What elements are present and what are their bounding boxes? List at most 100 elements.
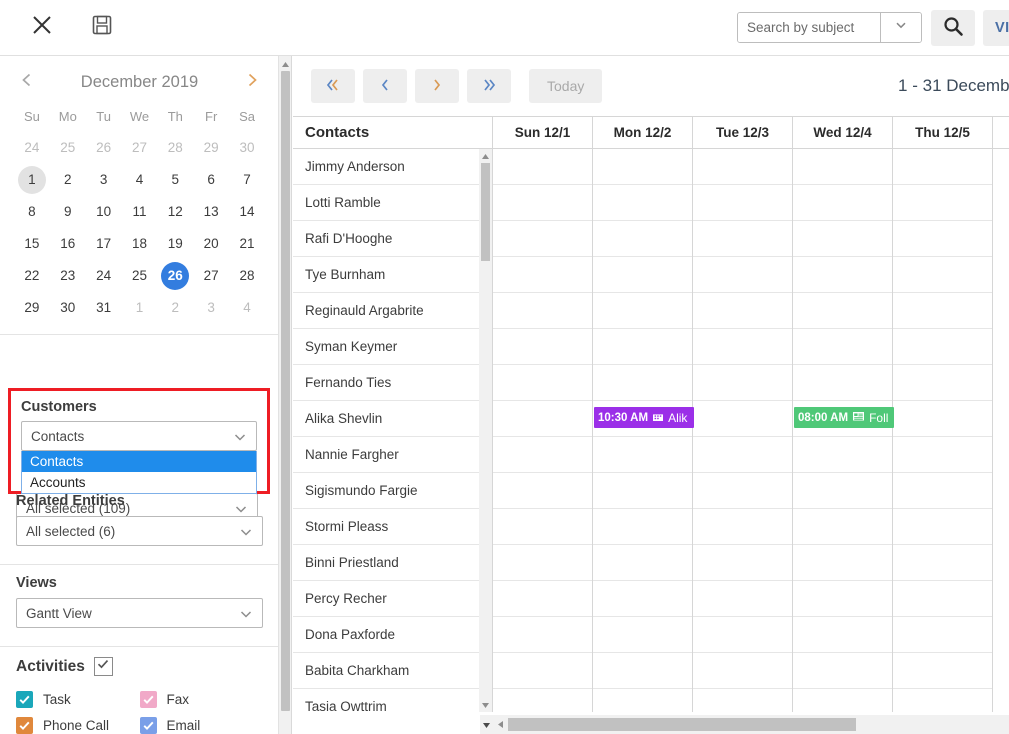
date-cell[interactable]: 28 bbox=[233, 262, 261, 290]
related-entities-select[interactable]: All selected (6) bbox=[16, 516, 263, 546]
date-picker-next-month[interactable] bbox=[239, 69, 265, 95]
grid-cell[interactable] bbox=[593, 221, 692, 257]
date-cell[interactable]: 28 bbox=[161, 134, 189, 162]
grid-cell[interactable] bbox=[493, 149, 592, 185]
grid-cell[interactable] bbox=[693, 185, 792, 221]
grid-cell[interactable] bbox=[593, 257, 692, 293]
contact-row[interactable]: Alika Shevlin bbox=[293, 401, 492, 437]
grid-cell[interactable] bbox=[893, 185, 992, 221]
activity-item-email[interactable]: Email bbox=[139, 712, 264, 734]
grid-cell[interactable] bbox=[893, 545, 992, 581]
grid-cell[interactable] bbox=[793, 617, 892, 653]
contacts-scroll-up-button[interactable] bbox=[479, 149, 492, 163]
date-cell[interactable]: 2 bbox=[54, 166, 82, 194]
grid-cell[interactable] bbox=[793, 365, 892, 401]
horizontal-scroll-left-button[interactable] bbox=[493, 715, 508, 734]
grid-cell[interactable] bbox=[893, 617, 992, 653]
contact-row[interactable]: Stormi Pleass bbox=[293, 509, 492, 545]
date-cell[interactable]: 15 bbox=[18, 230, 46, 258]
nav-next-button[interactable] bbox=[415, 69, 459, 103]
grid-cell[interactable] bbox=[793, 581, 892, 617]
date-cell[interactable]: 18 bbox=[125, 230, 153, 258]
grid-cell[interactable] bbox=[693, 545, 792, 581]
grid-cell[interactable] bbox=[793, 149, 892, 185]
grid-cell[interactable] bbox=[893, 437, 992, 473]
date-cell[interactable]: 2 bbox=[161, 294, 189, 322]
grid-cell[interactable] bbox=[793, 437, 892, 473]
date-cell[interactable]: 26 bbox=[161, 262, 190, 290]
date-cell[interactable]: 21 bbox=[233, 230, 261, 258]
grid-cell[interactable] bbox=[793, 221, 892, 257]
grid-cell[interactable] bbox=[693, 689, 792, 712]
activity-item-phone-call[interactable]: Phone Call bbox=[16, 712, 140, 734]
contact-row[interactable]: Tye Burnham bbox=[293, 257, 492, 293]
grid-cell[interactable] bbox=[493, 293, 592, 329]
grid-cell[interactable] bbox=[793, 653, 892, 689]
contact-row[interactable]: Rafi D'Hooghe bbox=[293, 221, 492, 257]
grid-cell[interactable]: 08:00 AM Foll bbox=[793, 401, 894, 437]
grid-cell[interactable] bbox=[493, 365, 592, 401]
grid-cell[interactable] bbox=[893, 473, 992, 509]
date-picker-prev-month[interactable] bbox=[14, 69, 40, 95]
contacts-scrollbar-thumb[interactable] bbox=[481, 163, 490, 261]
grid-cell[interactable] bbox=[893, 653, 992, 689]
grid-cell[interactable] bbox=[793, 329, 892, 365]
date-cell[interactable]: 7 bbox=[233, 166, 261, 194]
date-cell[interactable]: 29 bbox=[18, 294, 46, 322]
date-cell[interactable]: 17 bbox=[90, 230, 118, 258]
date-cell[interactable]: 16 bbox=[54, 230, 82, 258]
grid-cell[interactable] bbox=[793, 293, 892, 329]
date-cell[interactable]: 9 bbox=[54, 198, 82, 226]
nav-prev-button[interactable] bbox=[363, 69, 407, 103]
date-cell[interactable]: 3 bbox=[197, 294, 225, 322]
contact-row[interactable]: Percy Recher bbox=[293, 581, 492, 617]
date-cell[interactable]: 13 bbox=[197, 198, 225, 226]
grid-cell[interactable] bbox=[493, 581, 592, 617]
grid-cell[interactable] bbox=[793, 473, 892, 509]
date-cell[interactable]: 23 bbox=[54, 262, 82, 290]
grid-cell[interactable]: 10:30 AM Alik bbox=[593, 401, 694, 437]
date-cell[interactable]: 24 bbox=[18, 134, 46, 162]
date-cell[interactable]: 11 bbox=[125, 198, 153, 226]
close-button[interactable] bbox=[22, 8, 62, 48]
grid-cell[interactable] bbox=[593, 185, 692, 221]
date-cell[interactable]: 26 bbox=[90, 134, 118, 162]
grid-cell[interactable] bbox=[493, 257, 592, 293]
grid-cell[interactable] bbox=[693, 437, 792, 473]
contact-row[interactable]: Syman Keymer bbox=[293, 329, 492, 365]
grid-cell[interactable] bbox=[593, 689, 692, 712]
grid-cell[interactable] bbox=[693, 617, 792, 653]
date-cell[interactable]: 24 bbox=[90, 262, 118, 290]
date-cell[interactable]: 25 bbox=[125, 262, 153, 290]
contact-row[interactable]: Reginauld Argabrite bbox=[293, 293, 492, 329]
grid-cell[interactable] bbox=[893, 257, 992, 293]
activity-checkbox[interactable] bbox=[16, 690, 33, 708]
grid-cell[interactable] bbox=[693, 329, 792, 365]
vip-button[interactable]: VII bbox=[983, 9, 1009, 46]
activity-checkbox[interactable] bbox=[139, 690, 157, 708]
grid-cell[interactable] bbox=[493, 545, 592, 581]
grid-cell[interactable] bbox=[893, 509, 992, 545]
grid-cell[interactable] bbox=[693, 257, 792, 293]
grid-cell[interactable] bbox=[793, 545, 892, 581]
grid-cell[interactable] bbox=[593, 509, 692, 545]
date-cell[interactable]: 12 bbox=[161, 198, 189, 226]
save-button[interactable] bbox=[82, 8, 122, 48]
search-input[interactable] bbox=[738, 13, 880, 42]
grid-cell[interactable] bbox=[893, 221, 992, 257]
grid-cell[interactable] bbox=[693, 149, 792, 185]
grid-cell[interactable] bbox=[593, 581, 692, 617]
date-cell[interactable]: 30 bbox=[233, 134, 261, 162]
contacts-scroll-down-button[interactable] bbox=[479, 698, 492, 712]
customers-select[interactable]: Contacts bbox=[21, 421, 257, 451]
date-cell[interactable]: 10 bbox=[90, 198, 118, 226]
contact-row[interactable]: Jimmy Anderson bbox=[293, 149, 492, 185]
date-cell[interactable]: 29 bbox=[197, 134, 225, 162]
search-button[interactable] bbox=[931, 9, 975, 46]
customers-option-accounts[interactable]: Accounts bbox=[22, 472, 256, 493]
grid-cell[interactable] bbox=[693, 473, 792, 509]
date-cell[interactable]: 20 bbox=[197, 230, 225, 258]
date-cell[interactable]: 22 bbox=[18, 262, 46, 290]
date-cell[interactable]: 3 bbox=[90, 166, 118, 194]
grid-cell[interactable] bbox=[493, 329, 592, 365]
